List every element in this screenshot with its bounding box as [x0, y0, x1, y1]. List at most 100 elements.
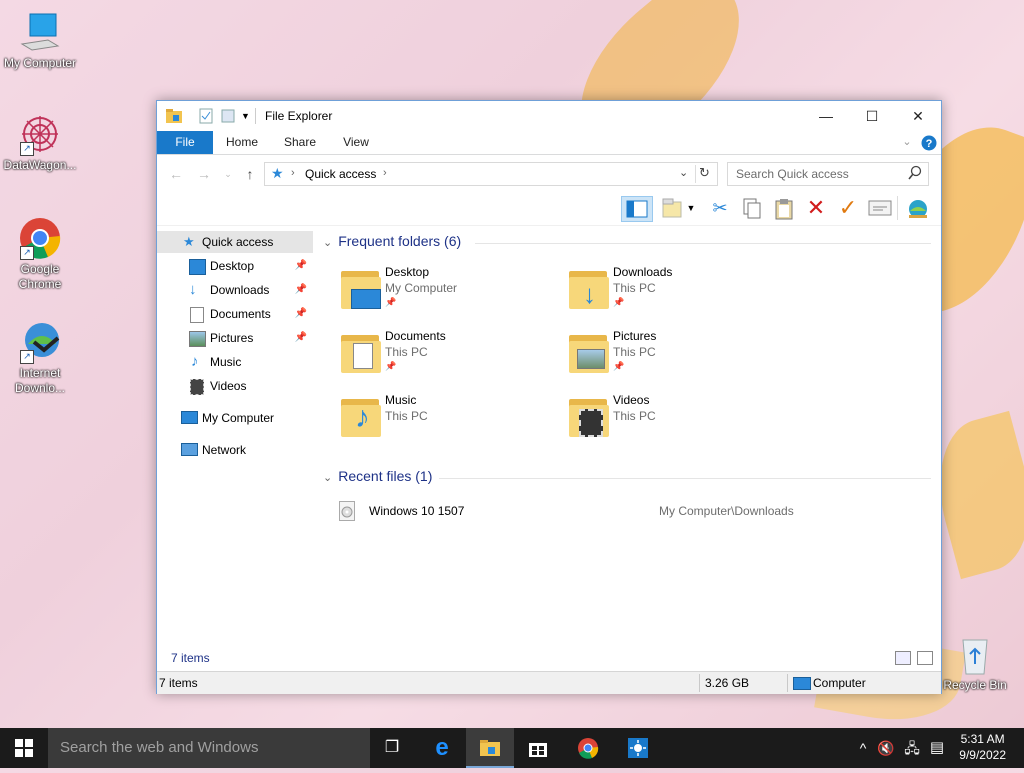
new-folder-icon[interactable]	[221, 108, 235, 124]
volume-muted-icon[interactable]: 🔇	[874, 728, 898, 768]
shortcut-arrow-icon: ↗	[20, 142, 34, 156]
delete-icon[interactable]: ✕	[803, 196, 829, 220]
folder-tile-documents[interactable]: Documents This PC 📌	[339, 329, 559, 385]
details-view-icon[interactable]	[895, 651, 911, 665]
folder-desktop-icon	[339, 269, 383, 309]
folder-location: My Computer	[385, 281, 458, 295]
desktop-icon-recycle-bin[interactable]: Recycle Bin	[935, 632, 1015, 693]
tab-file[interactable]: File	[157, 131, 213, 154]
back-arrow-icon[interactable]: ←	[167, 165, 185, 183]
group-divider	[475, 243, 931, 244]
tab-view[interactable]: View	[333, 131, 379, 154]
desktop-icon-my-computer[interactable]: My Computer	[0, 10, 80, 71]
tab-share[interactable]: Share	[277, 131, 323, 154]
title-bar[interactable]: ▼ File Explorer — ☐ ✕	[157, 101, 941, 131]
recent-locations-chevron-icon[interactable]: ⌄	[219, 165, 237, 183]
nav-label: Quick access	[202, 235, 274, 249]
customize-qat-dropdown-icon[interactable]: ▼	[241, 108, 250, 124]
desktop-icon-label: Google Chrome	[18, 262, 62, 291]
desktop-icon-label: My Computer	[3, 56, 77, 70]
folder-name: Music	[385, 393, 417, 407]
folder-name: Videos	[613, 393, 650, 407]
help-icon[interactable]: ?	[921, 131, 937, 154]
clock-date: 9/9/2022	[959, 748, 1006, 762]
layout-dropdown-icon[interactable]: ▼	[685, 196, 697, 220]
desktop-icon-google-chrome[interactable]: ↗ Google Chrome	[0, 216, 80, 292]
minimize-button[interactable]: —	[803, 101, 849, 131]
search-placeholder: Search Quick access	[736, 167, 849, 181]
clock-time: 5:31 AM	[960, 732, 1005, 746]
recent-file-row[interactable]: Windows 10 1507 My Computer\Downloads	[335, 501, 931, 523]
address-row: ← → ⌄ ↑ ★ › Quick access › ⌄ ↻ Search Qu…	[157, 161, 941, 187]
large-icons-view-icon[interactable]	[917, 651, 933, 665]
nav-downloads[interactable]: ↓ Downloads 📌	[157, 279, 313, 301]
tab-home[interactable]: Home	[219, 131, 265, 154]
properties-card-icon[interactable]	[867, 196, 893, 220]
breadcrumb-separator-icon[interactable]: ›	[383, 167, 387, 179]
status-separator	[787, 674, 788, 692]
nav-documents[interactable]: Documents 📌	[157, 303, 313, 325]
pin-icon: 📌	[613, 361, 625, 371]
nav-network[interactable]: Network	[157, 439, 313, 461]
folder-downloads-icon: ↓	[567, 269, 611, 309]
nav-my-computer[interactable]: My Computer	[157, 407, 313, 429]
layout-icon[interactable]	[659, 196, 685, 220]
folder-tile-videos[interactable]: Videos This PC	[567, 393, 787, 449]
nav-quick-access[interactable]: ★ Quick access	[157, 231, 313, 253]
pin-icon: 📌	[294, 260, 307, 271]
cut-icon[interactable]: ✂	[707, 196, 733, 220]
paste-icon[interactable]	[771, 196, 797, 220]
group-header-recent-files[interactable]: ⌄ Recent files (1)	[323, 468, 432, 488]
taskbar-search-input[interactable]: Search the web and Windows	[48, 728, 370, 768]
task-view-icon[interactable]: ❐	[368, 728, 416, 768]
taskbar-clock[interactable]: 5:31 AM 9/9/2022	[959, 731, 1006, 763]
folder-tile-pictures[interactable]: Pictures This PC 📌	[567, 329, 787, 385]
folder-tile-desktop[interactable]: Desktop My Computer 📌	[339, 265, 559, 321]
folder-tile-downloads[interactable]: ↓ Downloads This PC 📌	[567, 265, 787, 321]
nav-videos[interactable]: Videos	[157, 375, 313, 397]
nav-music[interactable]: ♪ Music	[157, 351, 313, 373]
up-arrow-icon[interactable]: ↑	[241, 165, 259, 183]
group-header-label: Frequent folders (6)	[338, 233, 462, 249]
folder-location: This PC	[385, 345, 428, 359]
desktop-icon-internet-download-manager[interactable]: ↗ Internet Downlo...	[0, 320, 80, 396]
group-divider	[439, 478, 931, 479]
search-icon[interactable]	[908, 165, 922, 184]
brightness-app-icon[interactable]	[614, 728, 662, 768]
store-icon[interactable]	[514, 728, 562, 768]
address-bar[interactable]: ★ › Quick access › ⌄ ↻	[264, 162, 718, 186]
close-button[interactable]: ✕	[895, 101, 941, 131]
folder-location: This PC	[385, 409, 428, 423]
breadcrumb-separator-icon[interactable]: ›	[291, 167, 295, 179]
nav-desktop[interactable]: Desktop 📌	[157, 255, 313, 277]
breadcrumb-quick-access[interactable]: Quick access	[305, 167, 376, 181]
collapse-chevron-icon[interactable]: ⌄	[323, 237, 332, 249]
maximize-button[interactable]: ☐	[849, 101, 895, 131]
properties-icon[interactable]	[199, 108, 213, 124]
nav-pictures[interactable]: Pictures 📌	[157, 327, 313, 349]
copy-icon[interactable]	[739, 196, 765, 220]
address-dropdown-icon[interactable]: ⌄	[679, 166, 688, 179]
start-windows-icon[interactable]	[0, 728, 48, 768]
action-center-icon[interactable]: ▤	[924, 728, 950, 768]
network-globe-icon[interactable]	[905, 196, 931, 220]
edge-browser-icon[interactable]: e	[418, 728, 466, 768]
quick-access-star-icon: ★	[183, 234, 195, 249]
network-status-icon[interactable]: 🖧	[900, 728, 924, 768]
group-header-frequent-folders[interactable]: ⌄ Frequent folders (6)	[323, 233, 461, 253]
collapse-chevron-icon[interactable]: ⌄	[323, 472, 332, 484]
file-explorer-taskbar-icon[interactable]	[466, 728, 514, 768]
desktop-icon-label: Internet Downlo...	[14, 366, 66, 395]
refresh-icon[interactable]: ↻	[699, 165, 710, 181]
documents-icon	[190, 307, 204, 323]
rename-check-icon[interactable]: ✓	[835, 196, 861, 220]
forward-arrow-icon[interactable]: →	[195, 165, 213, 183]
preview-pane-icon[interactable]	[621, 196, 653, 222]
folder-name: Pictures	[613, 329, 657, 343]
chrome-taskbar-icon[interactable]	[564, 728, 612, 768]
expand-ribbon-chevron-icon[interactable]: ⌄	[899, 131, 915, 154]
desktop-icon-datawagon[interactable]: ↗ DataWagon...	[0, 112, 80, 173]
search-input[interactable]: Search Quick access	[727, 162, 929, 186]
status-location: Computer	[813, 676, 866, 690]
folder-tile-music[interactable]: ♪ Music This PC	[339, 393, 559, 449]
